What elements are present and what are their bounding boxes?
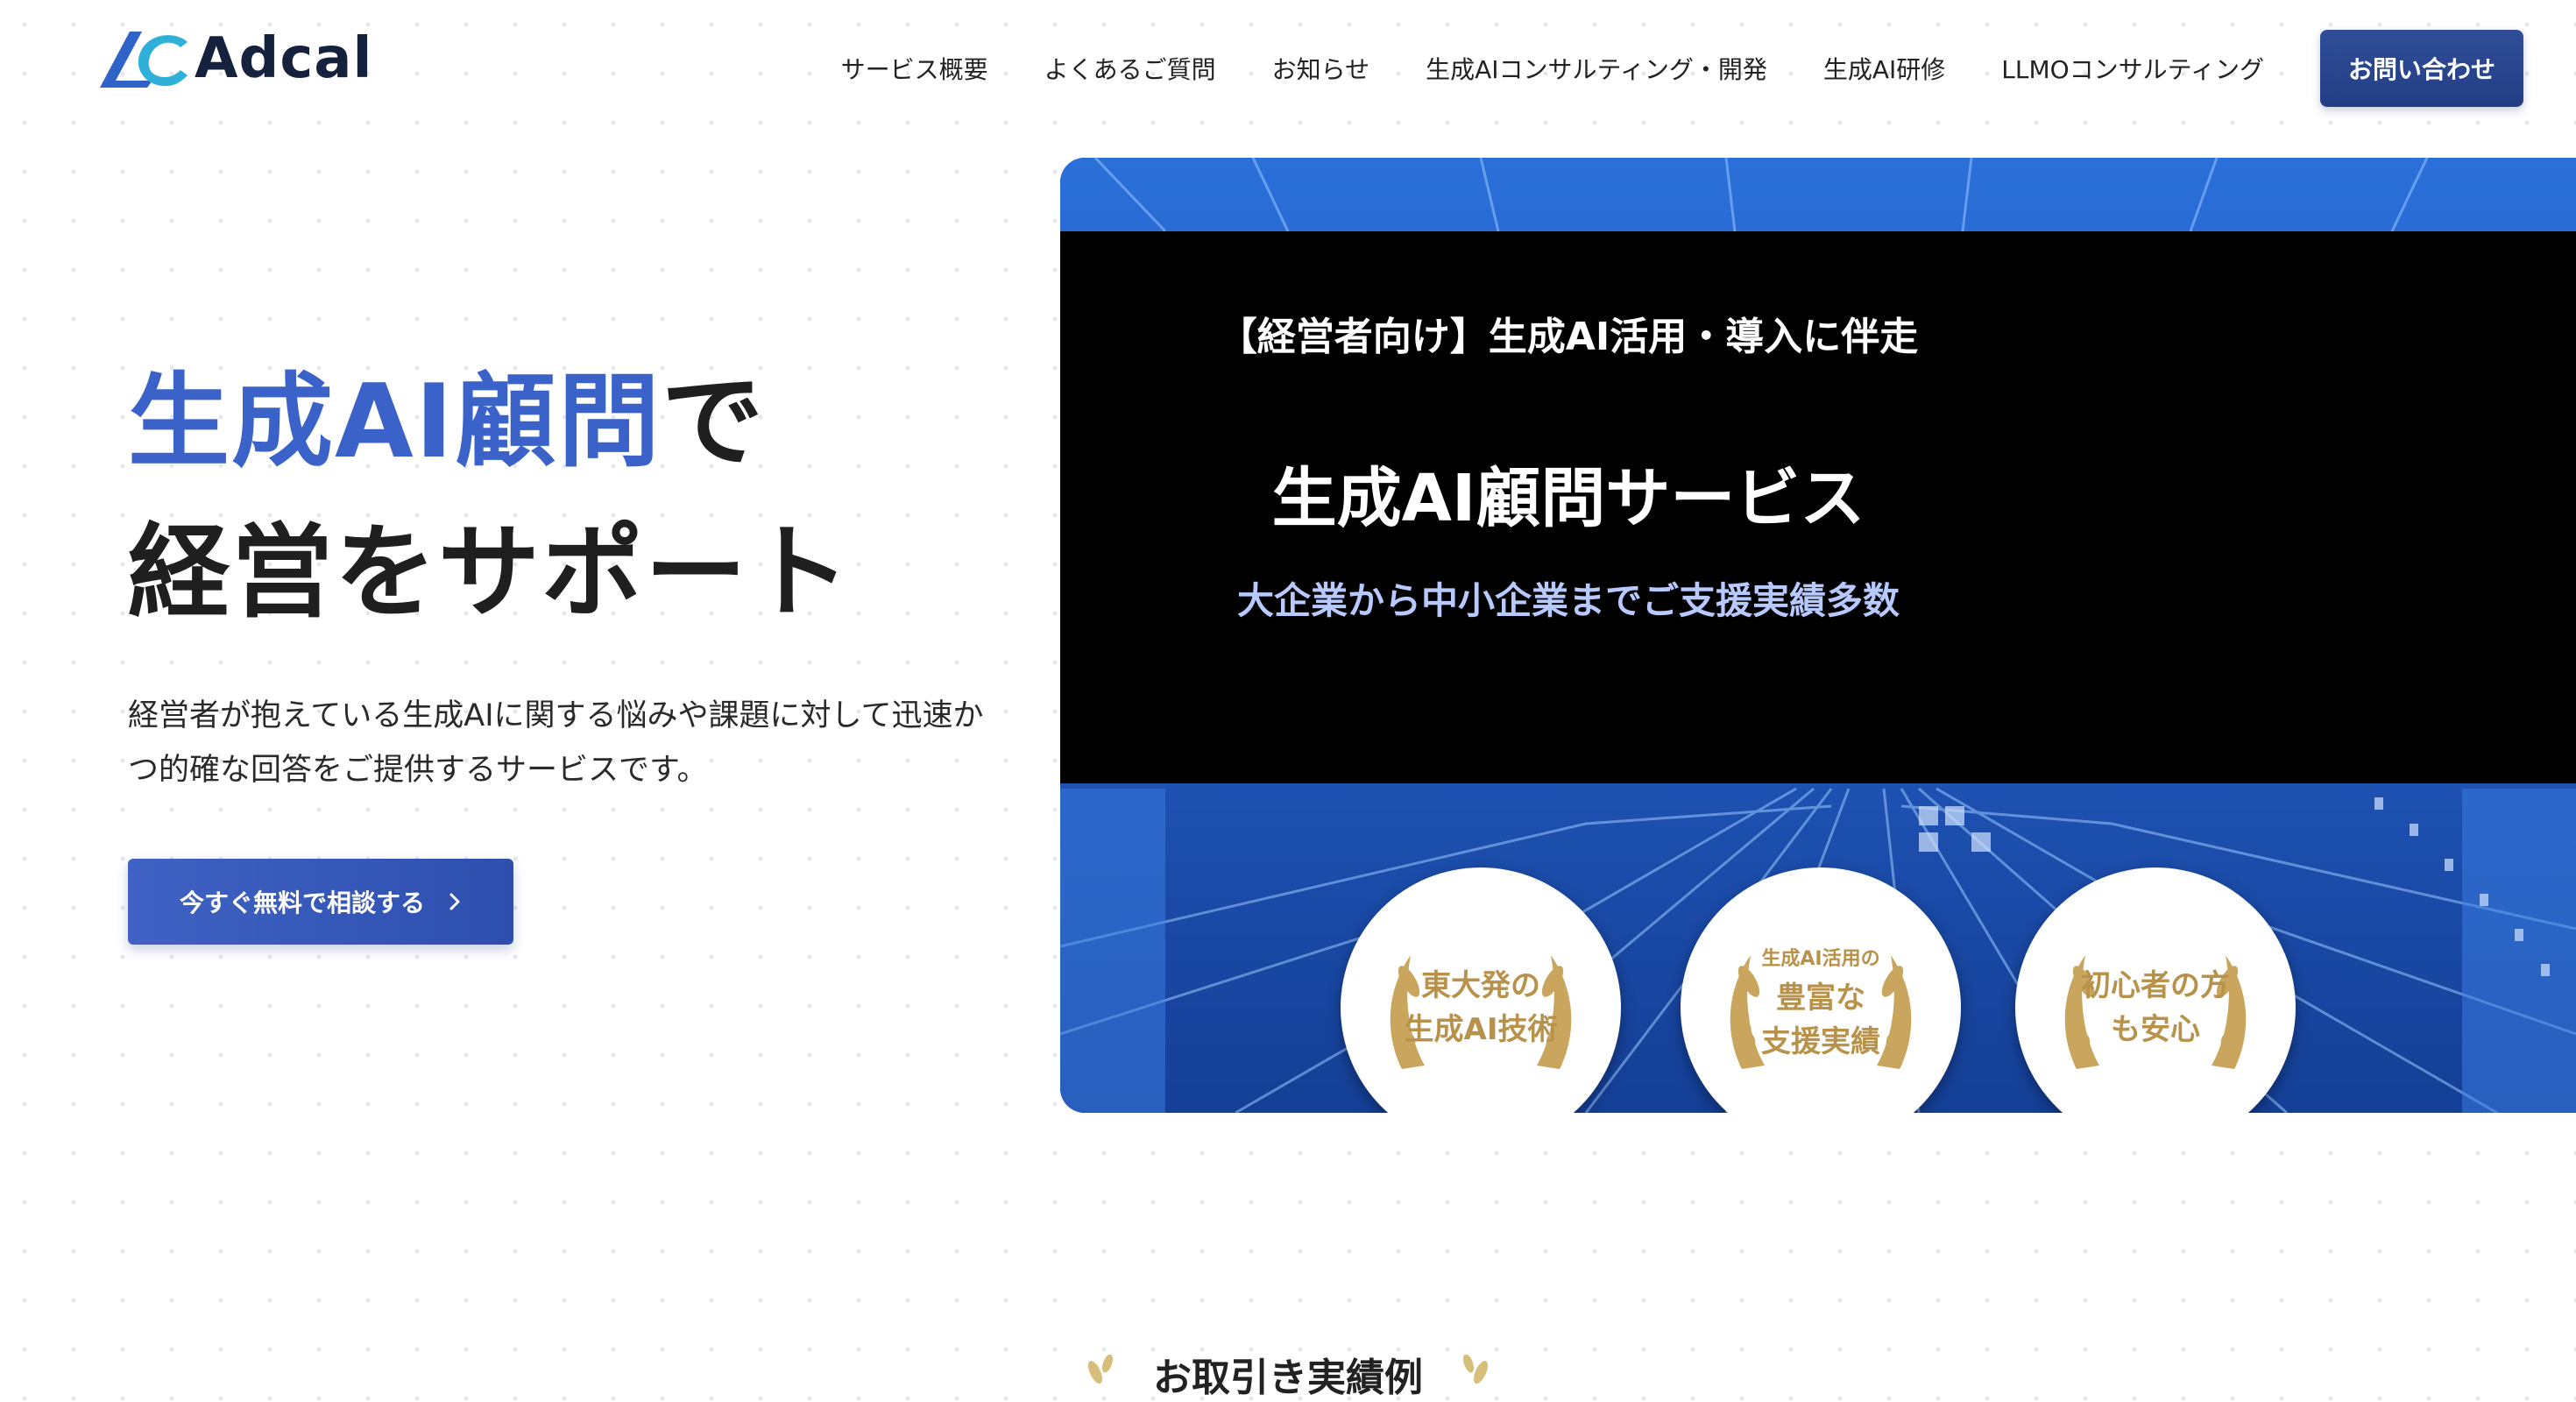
laurel-right-icon [1462,1355,1489,1384]
medal-1-line-2: 生成AI技術 [1404,1012,1558,1047]
medal-2-line-2: 支援実績 [1761,1024,1880,1059]
hero-title-line2: 経営をサポート [128,513,852,632]
medal-2-line-1: 豊富な [1776,981,1865,1016]
nav-service-overview[interactable]: サービス概要 [841,51,988,86]
medal-3-line-1: 初心者の方 [2081,968,2230,1003]
medal-2-text: 豊富な 支援実績 [1733,976,1908,1064]
free-consultation-label: 今すぐ無料で相談する [179,889,425,917]
nav-faq[interactable]: よくあるご質問 [1044,51,1216,86]
site-header: Adcal サービス概要 よくあるご質問 お知らせ 生成AIコンサルティング・開… [0,0,2576,131]
chevron-right-icon [449,893,460,910]
hero-title: 生成AI顧問で 経営をサポート [128,347,852,648]
medal-1-text: 東大発の 生成AI技術 [1393,964,1568,1052]
banner-title-panel: 【経営者向け】生成AI活用・導入に伴走 生成AI顧問サービス 大企業から中小企業… [1060,231,2576,783]
medal-badge: 生成AI活用の 豊富な 支援実績 [1681,867,1961,1113]
medal-2-small: 生成AI活用の [1761,948,1880,970]
clients-section-header: お取引き実績例 [1078,1346,1498,1402]
logo-text: Adcal [195,26,373,91]
medal-1-line-1: 東大発の [1421,968,1540,1003]
hero-title-line1: 生成AI顧問で [128,347,852,498]
medal-badge: 初心者の方 も安心 [2015,867,2296,1113]
nav-ai-consulting[interactable]: 生成AIコンサルティング・開発 [1426,51,1767,86]
banner-tagline: 大企業から中小企業までご支援実績多数 [1236,579,1900,622]
free-consultation-button[interactable]: 今すぐ無料で相談する [128,859,513,945]
nav-ai-training[interactable]: 生成AI研修 [1823,51,1945,86]
medal-3-line-2: も安心 [2111,1012,2200,1047]
main-nav: サービス概要 よくあるご質問 お知らせ 生成AIコンサルティング・開発 生成AI… [841,29,2523,108]
nav-llmo-consulting[interactable]: LLMOコンサルティング [2001,51,2264,86]
medal-3-text: 初心者の方 も安心 [2068,964,2243,1052]
adcal-logo-icon [100,32,188,88]
site-logo[interactable]: Adcal [96,26,372,91]
hero-title-accent: 生成AI顧問 [128,363,662,481]
clients-section-title: お取引き実績例 [1153,1356,1423,1400]
hero-banner: 【経営者向け】生成AI活用・導入に伴走 生成AI顧問サービス 大企業から中小企業… [1060,158,2576,1113]
laurel-left-icon [1087,1355,1114,1384]
banner-title: 生成AI顧問サービス [1271,461,1865,536]
banner-subtitle: 【経営者向け】生成AI活用・導入に伴走 [1218,315,1919,359]
hero-title-suffix: で [661,363,765,481]
medal-badge: 東大発の 生成AI技術 [1341,867,1621,1113]
nav-news[interactable]: お知らせ [1272,51,1369,86]
contact-button[interactable]: お問い合わせ [2320,30,2523,107]
hero-description: 経営者が抱えている生成AIに関する悩みや課題に対して迅速かつ的確な回答をご提供す… [128,698,984,788]
